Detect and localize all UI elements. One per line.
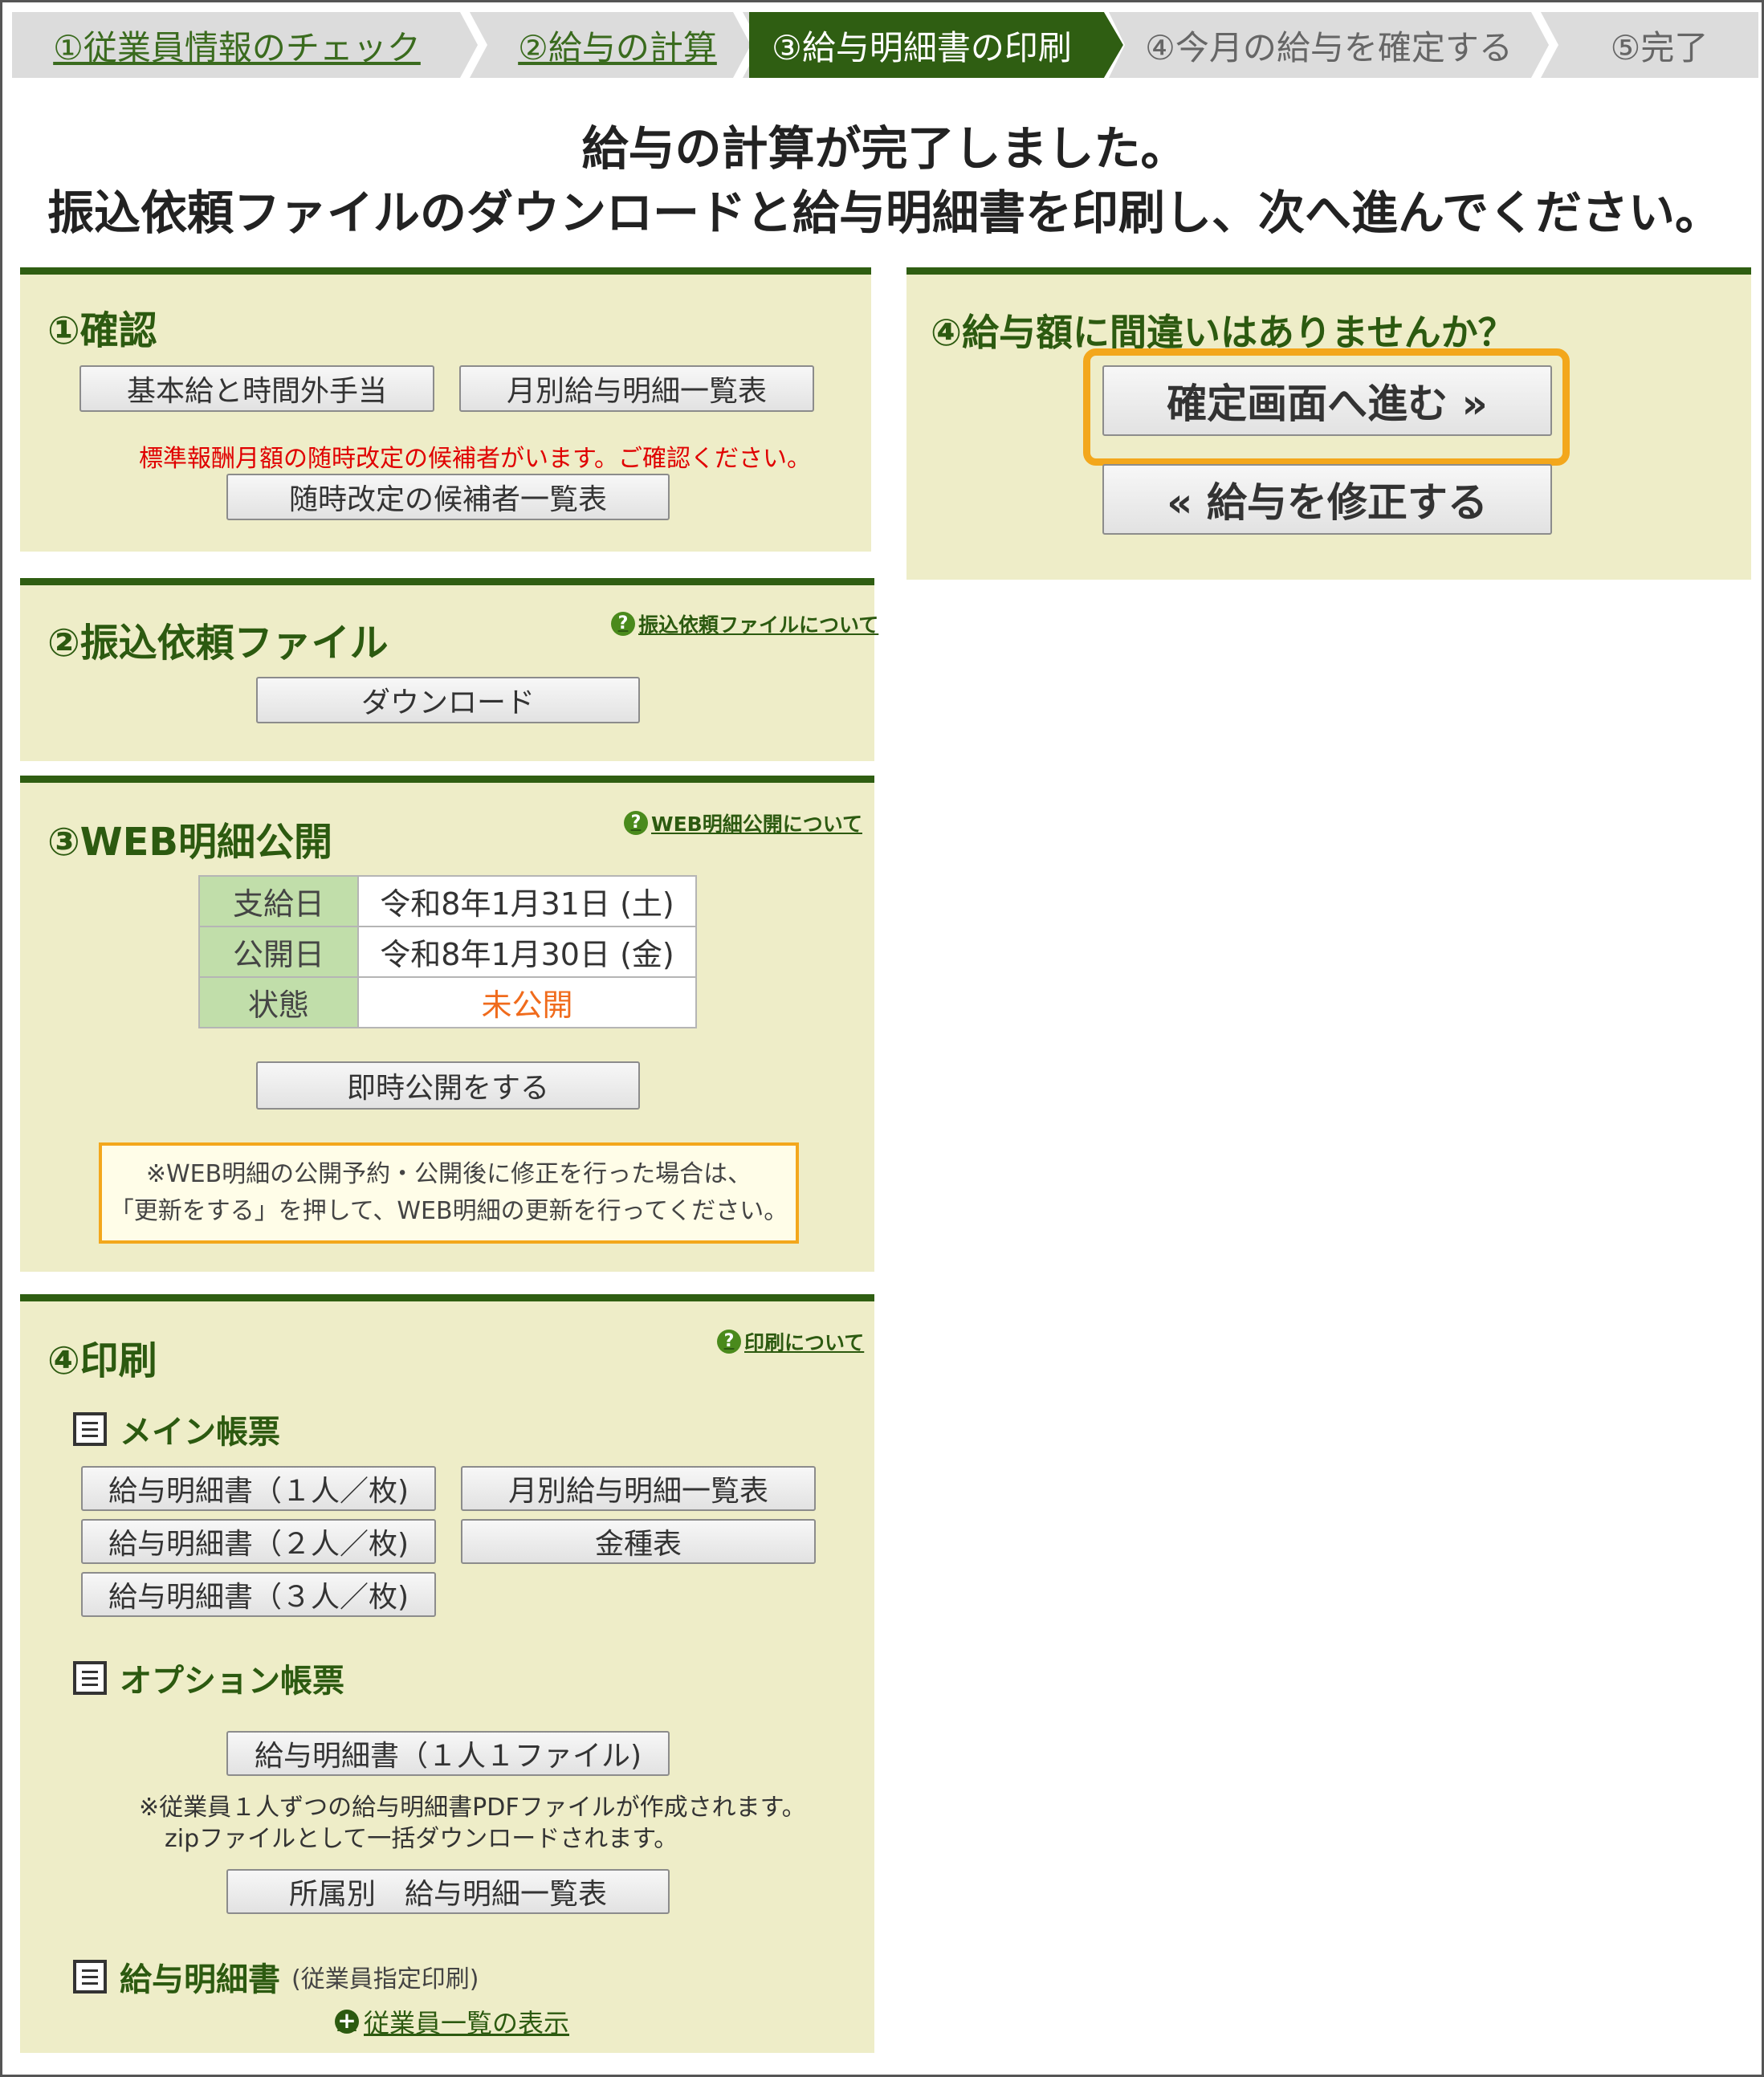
payslip-employee-heading: 給与明細書 (従業員指定印刷): [73, 1953, 479, 2000]
print-help-link[interactable]: ? 印刷について: [717, 1327, 864, 1356]
show-employee-list-link[interactable]: + 従業員一覧の表示: [335, 2003, 569, 2040]
table-row: 支給日 令和8年1月31日 (土): [198, 875, 697, 927]
table-row: 公開日 令和8年1月30日 (金): [198, 926, 697, 978]
print-title: ④印刷: [47, 1338, 157, 1383]
table-row: 状態 未公開: [198, 976, 697, 1028]
transfer-file-help-link[interactable]: ? 振込依頼ファイルについて: [611, 609, 878, 638]
step-finalize: ④今月の給与を確定する: [1145, 27, 1513, 67]
step-print-slips: ③給与明細書の印刷: [749, 12, 1094, 78]
option-forms-heading: オプション帳票: [73, 1655, 344, 1701]
publish-info-table: 支給日 令和8年1月31日 (土) 公開日 令和8年1月30日 (金) 状態 未…: [198, 875, 697, 1028]
document-list-icon: [73, 1960, 107, 1994]
denomination-table-button[interactable]: 金種表: [461, 1519, 816, 1564]
confirm-panel: ①確認 基本給と時間外手当 月別給与明細一覧表 標準報酬月額の随時改定の候補者が…: [20, 267, 871, 552]
print-panel: ④印刷 ? 印刷について メイン帳票 給与明細書（１人／枚) 月別給与明細一覧表…: [20, 1294, 874, 2053]
plus-circle-icon: +: [335, 2010, 359, 2034]
revision-warning: 標準報酬月額の随時改定の候補者がいます。ご確認ください。: [139, 445, 811, 473]
proceed-to-confirm-button[interactable]: 確定画面へ進む »: [1102, 365, 1552, 436]
status-value: 未公開: [357, 976, 697, 1028]
status-label: 状態: [198, 976, 359, 1028]
finalize-panel: ④給与額に間違いはありませんか？ 確定画面へ進む » « 給与を修正する: [906, 267, 1751, 580]
payslip-3-per-page-button[interactable]: 給与明細書（３人／枚): [81, 1572, 436, 1617]
document-list-icon: [73, 1661, 107, 1695]
page-title: 給与の計算が完了しました。: [581, 121, 1188, 176]
transfer-file-panel: ②振込依頼ファイル ? 振込依頼ファイルについて ダウンロード: [20, 578, 878, 761]
web-slip-panel: ③WEB明細公開 ? WEB明細公開について 支給日 令和8年1月31日 (土)…: [20, 776, 874, 1272]
option-note-line2: zipファイルとして一括ダウンロードされます。: [165, 1825, 678, 1853]
pay-date-label: 支給日: [198, 875, 359, 927]
payslip-2-per-page-button[interactable]: 給与明細書（２人／枚): [81, 1519, 436, 1564]
step-employee-check[interactable]: ①従業員情報のチェック: [12, 12, 462, 78]
confirm-title: ①確認: [47, 308, 157, 353]
step-separator-icon: [1093, 12, 1125, 78]
help-icon: ?: [624, 811, 648, 835]
monthly-payslip-list-button[interactable]: 月別給与明細一覧表: [459, 365, 814, 412]
payslip-1-per-page-button[interactable]: 給与明細書（１人／枚): [81, 1466, 436, 1511]
step-complete: ⑤完了: [1610, 27, 1709, 67]
step-separator-icon: [460, 12, 487, 78]
web-slip-help-link[interactable]: ? WEB明細公開について: [624, 808, 862, 837]
publish-date-label: 公開日: [198, 926, 359, 978]
revision-candidates-button[interactable]: 随時改定の候補者一覧表: [226, 474, 670, 520]
step-progress-bar: ①従業員情報のチェック ②給与の計算 ③給与明細書の印刷 ④今月の給与を確定する…: [12, 12, 1758, 78]
page-frame: ①従業員情報のチェック ②給与の計算 ③給与明細書の印刷 ④今月の給与を確定する…: [0, 0, 1764, 2077]
option-note-line1: ※従業員１人ずつの給与明細書PDFファイルが作成されます。: [139, 1794, 806, 1822]
pay-date-value: 令和8年1月31日 (土): [357, 875, 697, 927]
publish-date-value: 令和8年1月30日 (金): [357, 926, 697, 978]
web-slip-note: ※WEB明細の公開予約・公開後に修正を行った場合は、 「更新をする」を押して、W…: [99, 1142, 799, 1244]
department-payslip-list-button[interactable]: 所属別 給与明細一覧表: [226, 1869, 670, 1914]
publish-now-button[interactable]: 即時公開をする: [256, 1061, 640, 1110]
download-button[interactable]: ダウンロード: [256, 677, 640, 723]
step-separator-icon: [1531, 12, 1558, 78]
help-icon: ?: [611, 612, 635, 636]
payslip-per-file-button[interactable]: 給与明細書（１人１ファイル): [226, 1731, 670, 1776]
transfer-file-title: ②振込依頼ファイル: [47, 621, 389, 666]
step-payroll-calc[interactable]: ②給与の計算: [489, 12, 746, 78]
help-icon: ?: [717, 1330, 741, 1354]
page-subtitle: 振込依頼ファイルのダウンロードと給与明細書を印刷し、次へ進んでください。: [47, 185, 1722, 240]
monthly-payslip-list-print-button[interactable]: 月別給与明細一覧表: [461, 1466, 816, 1511]
basic-pay-overtime-button[interactable]: 基本給と時間外手当: [79, 365, 434, 412]
document-list-icon: [73, 1412, 107, 1446]
main-forms-heading: メイン帳票: [73, 1406, 280, 1452]
web-slip-title: ③WEB明細公開: [47, 820, 332, 865]
fix-payroll-button[interactable]: « 給与を修正する: [1102, 464, 1552, 535]
